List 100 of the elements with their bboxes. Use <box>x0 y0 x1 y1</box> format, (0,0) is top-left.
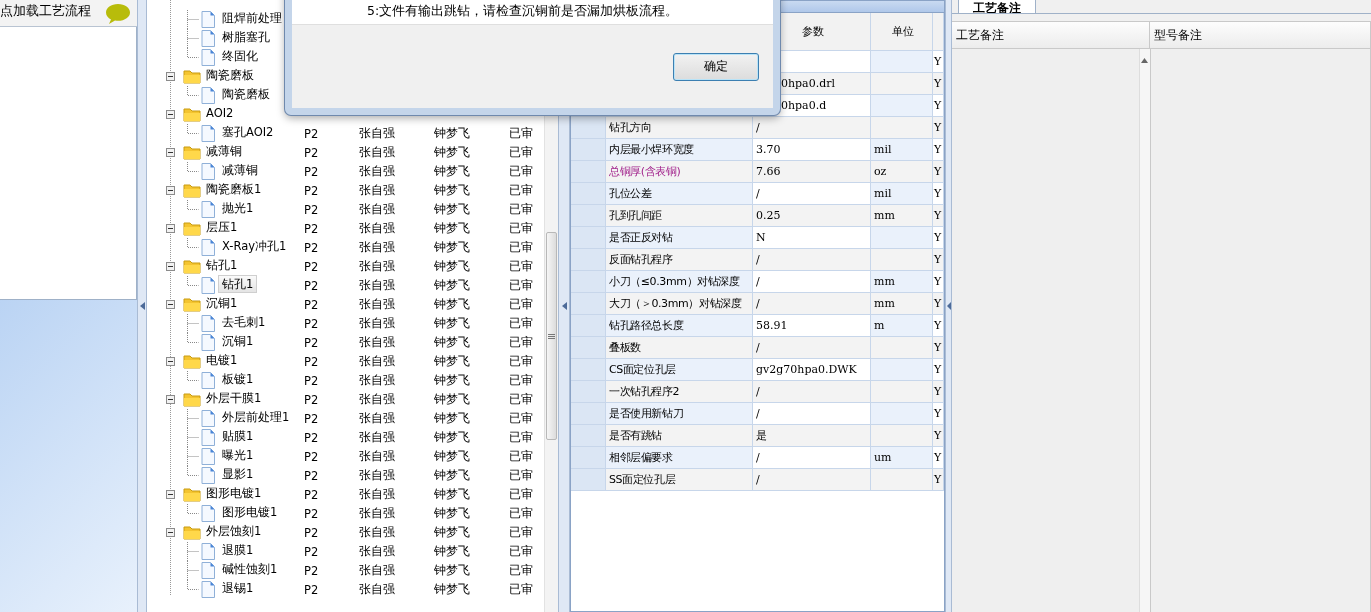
table-cell-text: 已审 <box>508 411 534 426</box>
table-cell: m <box>871 315 933 337</box>
table-cell-text: 钟梦飞 <box>433 297 471 312</box>
table-cell: Y <box>933 205 944 227</box>
row-header[interactable] <box>571 403 606 425</box>
tree-item[interactable]: 贴膜1 <box>218 427 258 445</box>
collapse-icon[interactable] <box>166 395 175 404</box>
row-header[interactable] <box>571 139 606 161</box>
collapse-arrow-icon[interactable] <box>561 302 567 310</box>
scrollbar[interactable] <box>1139 49 1150 612</box>
tree-item[interactable]: 沉铜1 <box>218 332 258 350</box>
tree-item[interactable]: 减薄铜 <box>202 142 246 160</box>
scroll-up-icon[interactable] <box>1141 58 1148 63</box>
folder-icon <box>183 259 201 274</box>
ok-button[interactable]: 确定 <box>673 52 759 81</box>
file-icon <box>201 581 215 598</box>
scroll-thumb[interactable] <box>546 232 557 440</box>
collapse-arrow-icon[interactable] <box>139 302 145 310</box>
file-icon <box>201 562 215 579</box>
tree-line <box>187 276 199 286</box>
collapse-icon[interactable] <box>166 224 175 233</box>
collapse-icon[interactable] <box>166 490 175 499</box>
row-header[interactable] <box>571 425 606 447</box>
table-cell: 是否正反对钻 <box>606 227 753 249</box>
row-header[interactable] <box>571 227 606 249</box>
row-header[interactable] <box>571 381 606 403</box>
column-header[interactable]: 型号备注 <box>1150 21 1371 49</box>
row-header[interactable] <box>571 117 606 139</box>
tree-item[interactable]: 塞孔AOI2 <box>218 123 278 141</box>
tree-line <box>187 428 199 447</box>
row-header[interactable] <box>571 469 606 491</box>
row-header[interactable] <box>571 337 606 359</box>
grip-icon <box>548 332 555 340</box>
tree-item[interactable]: 外层干膜1 <box>202 389 266 407</box>
table-cell <box>871 359 933 381</box>
tree-item[interactable]: X-Ray冲孔1 <box>218 237 291 255</box>
tab[interactable]: 工艺备注 <box>958 0 1036 13</box>
tree-item[interactable]: 外层蚀刻1 <box>202 522 266 540</box>
collapse-icon[interactable] <box>166 110 175 119</box>
row-header[interactable] <box>571 161 606 183</box>
table-cell-text: 钟梦飞 <box>433 278 471 293</box>
row-header[interactable] <box>571 249 606 271</box>
collapse-icon[interactable] <box>166 528 175 537</box>
table-cell: 反面钻孔程序 <box>606 249 753 271</box>
column-header[interactable]: 工艺备注 <box>952 21 1150 49</box>
tree-item[interactable]: 陶瓷磨板 <box>218 85 274 103</box>
collapse-arrow-icon[interactable] <box>946 302 951 310</box>
tree-item[interactable]: 退膜1 <box>218 541 258 559</box>
tree-item[interactable]: 钻孔1 <box>202 256 242 274</box>
collapse-icon[interactable] <box>166 72 175 81</box>
table-cell-text: 钟梦飞 <box>433 563 471 578</box>
tree-item[interactable]: 图形电镀1 <box>218 503 282 521</box>
tree-item[interactable]: AOI2 <box>202 104 238 122</box>
table-cell-text: 张自强 <box>358 563 396 578</box>
row-header[interactable] <box>571 359 606 381</box>
speech-bubble-icon[interactable] <box>105 3 131 25</box>
table-cell: 一次钻孔程序2 <box>606 381 753 403</box>
table-cell-text: 已审 <box>508 582 534 597</box>
tree-item[interactable]: 阻焊前处理 <box>218 9 286 27</box>
row-header[interactable] <box>571 447 606 469</box>
row-header[interactable] <box>571 271 606 293</box>
tree-item[interactable]: 陶瓷磨板 <box>202 66 258 84</box>
row-header[interactable] <box>571 205 606 227</box>
collapse-icon[interactable] <box>166 186 175 195</box>
tree-item[interactable]: 树脂塞孔 <box>218 28 274 46</box>
dialog-message: 5:文件有输出跳钻，请检查沉铜前是否漏加烘板流程。 <box>367 3 679 20</box>
collapse-icon[interactable] <box>166 262 175 271</box>
column-header[interactable]: 单位 <box>871 13 933 51</box>
tree-item[interactable]: 退锡1 <box>218 579 258 597</box>
table-cell-text: P2 <box>303 221 320 236</box>
table-cell: 7.66 <box>753 161 871 183</box>
tree-item[interactable]: 图形电镀1 <box>202 484 266 502</box>
tree-item[interactable]: 层压1 <box>202 218 242 236</box>
table-cell-text: P2 <box>303 297 320 312</box>
tree-item[interactable]: 抛光1 <box>218 199 258 217</box>
tree-item[interactable]: 陶瓷磨板1 <box>202 180 266 198</box>
collapse-icon[interactable] <box>166 357 175 366</box>
table-cell: Y <box>933 249 944 271</box>
tree-item[interactable]: 去毛刺1 <box>218 313 270 331</box>
tree-item[interactable]: 外层前处理1 <box>218 408 294 426</box>
tree-item[interactable]: 显影1 <box>218 465 258 483</box>
table-cell-text: 已审 <box>508 449 534 464</box>
tree-item[interactable]: 减薄铜 <box>218 161 262 179</box>
tree-item[interactable]: 终固化 <box>218 47 262 65</box>
tree-item[interactable]: 曝光1 <box>218 446 258 464</box>
collapse-icon[interactable] <box>166 148 175 157</box>
tree-item[interactable]: 碱性蚀刻1 <box>218 560 282 578</box>
table-cell: 3.70 <box>753 139 871 161</box>
collapse-icon[interactable] <box>166 300 175 309</box>
tree-item[interactable]: 板镀1 <box>218 370 258 388</box>
folder-icon <box>183 297 201 312</box>
table-cell-text: 张自强 <box>358 468 396 483</box>
row-header[interactable] <box>571 315 606 337</box>
table-cell-text: P2 <box>303 335 320 350</box>
tree-line <box>187 200 199 210</box>
tree-item[interactable]: 钻孔1 <box>218 275 258 293</box>
tree-item[interactable]: 沉铜1 <box>202 294 242 312</box>
table-cell-text: 钟梦飞 <box>433 145 471 160</box>
row-header[interactable] <box>571 183 606 205</box>
tree-item[interactable]: 电镀1 <box>202 351 242 369</box>
